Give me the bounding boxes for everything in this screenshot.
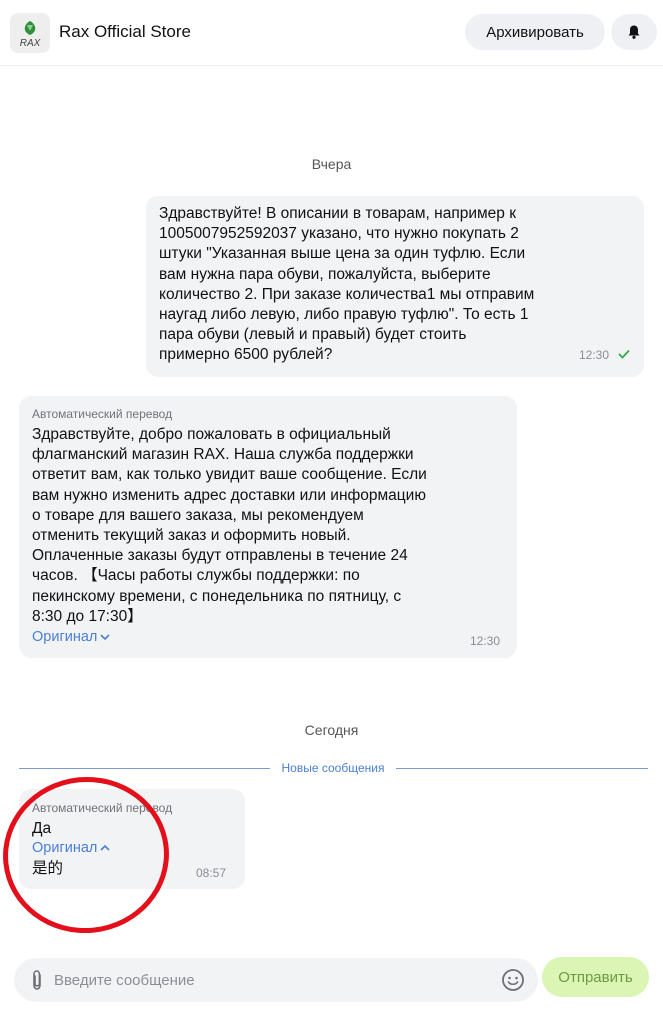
paperclip-icon[interactable] [30, 969, 44, 991]
bell-icon [628, 25, 640, 39]
new-messages-label: Новые сообщения [270, 761, 396, 775]
notifications-button[interactable] [611, 14, 657, 50]
store-name[interactable]: Rax Official Store [59, 22, 191, 42]
message-time: 12:30 [470, 634, 501, 648]
rax-logo-icon: RAX [20, 21, 41, 49]
archive-button[interactable]: Архивировать [465, 14, 605, 50]
date-separator-today: Сегодня [304, 722, 359, 738]
store-avatar[interactable]: RAX [10, 13, 50, 53]
message-time: 08:57 [196, 866, 227, 880]
message-time: 12:30 [579, 348, 610, 362]
date-separator-yesterday: Вчера [311, 156, 352, 172]
outgoing-message: Здравствуйте! В описании в товарам, напр… [146, 196, 644, 377]
message-input[interactable] [54, 967, 494, 993]
message-text: Здравствуйте, добро пожаловать в официал… [32, 426, 427, 625]
show-original-link[interactable]: Оригинал [32, 629, 111, 645]
emoji-icon[interactable] [501, 968, 525, 992]
chat-header: RAX Rax Official Store Архивировать [0, 0, 663, 66]
message-text: Здравствуйте! В описании в товарам, напр… [159, 205, 535, 364]
chevron-down-icon [100, 634, 110, 641]
auto-translation-label: Автоматический перевод [32, 407, 173, 421]
read-check-icon [618, 349, 630, 359]
send-button[interactable]: Отправить [542, 957, 649, 997]
incoming-message: Автоматический перевод Здравствуйте, доб… [19, 396, 517, 658]
chat-window: RAX Rax Official Store Архивировать Вчер… [0, 0, 663, 1021]
logo-text: RAX [20, 38, 41, 49]
message-composer [14, 958, 538, 1002]
